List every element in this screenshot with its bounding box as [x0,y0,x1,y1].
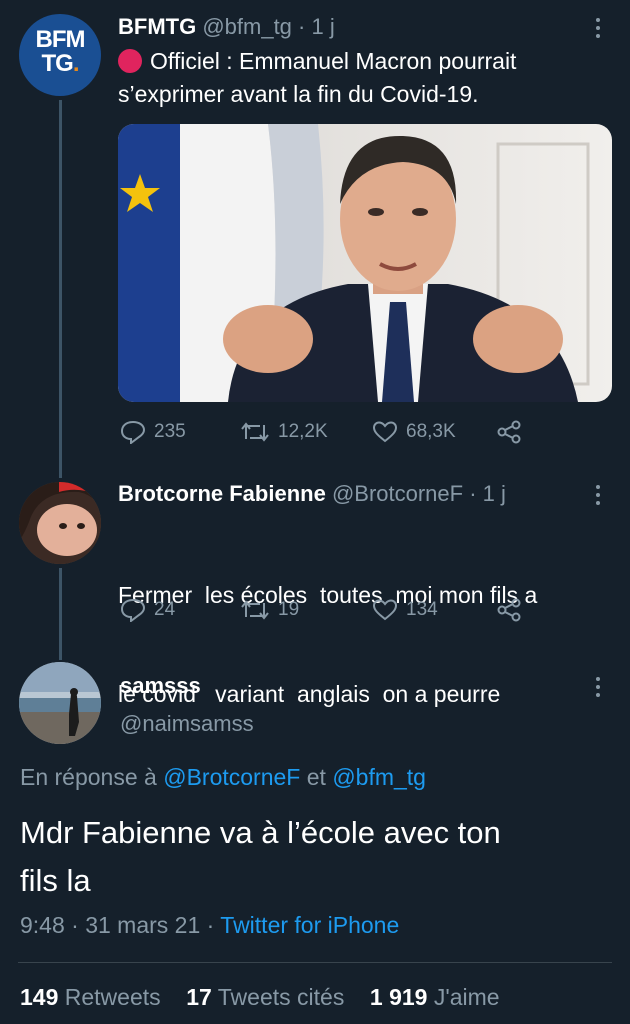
more-options-icon[interactable] [594,677,602,697]
avatar-samsss[interactable] [19,662,101,744]
author-name[interactable]: BFMTG [118,14,196,39]
more-options-icon[interactable] [594,485,602,505]
retweet-icon [241,422,269,442]
thread-line-2 [59,568,62,660]
thread-line-1 [59,100,62,478]
like-action[interactable]: 68,3K [372,421,496,443]
author-handle[interactable]: @BrotcorneF [332,481,463,506]
divider [18,962,612,963]
main-author-name[interactable]: samsss [120,673,201,699]
live-dot-icon [118,49,142,73]
avatar-photo [19,662,101,744]
retweet-icon [241,600,269,620]
reply-icon [120,420,146,444]
reply-action[interactable]: 24 [120,598,240,622]
heart-icon [372,599,398,621]
heart-icon [372,421,398,443]
tweet-timestamp: 9:48 · 31 mars 21 · Twitter for iPhone [20,912,400,938]
tweet-time: · 1 j [469,481,506,506]
avatar-photo [19,482,101,564]
author-handle[interactable]: @bfm_tg [202,14,292,39]
main-author-handle[interactable]: @naimsamss [120,711,254,737]
tweet-source-link[interactable]: Twitter for iPhone [220,912,399,938]
engagement-stats: 149 Retweets 17 Tweets cités 1 919 J'aim… [20,984,500,1011]
likes-stat[interactable]: 1 919 J'aime [370,984,500,1010]
tweet2-actions: 24 19 134 [120,598,522,622]
tweet1-text: Officiel : Emmanuel Macron pourrait s’ex… [118,48,517,107]
tweet-photo[interactable] [118,124,612,402]
share-action[interactable] [496,420,522,444]
main-tweet-text: Mdr Fabienne va à l’école avec ton fils … [20,815,501,898]
share-icon [497,420,521,444]
reply-icon [120,598,146,622]
quotes-stat[interactable]: 17 Tweets cités [186,984,344,1010]
share-icon [497,598,521,622]
avatar-bfmtg[interactable]: BFM TG. [19,14,101,96]
reply-context: En réponse à @BrotcorneF et @bfm_tg [20,764,426,790]
photo-macron-speaking [118,124,612,402]
retweet-action[interactable]: 19 [240,599,372,621]
reply-action[interactable]: 235 [120,420,240,444]
more-options-icon[interactable] [594,18,602,38]
retweet-action[interactable]: 12,2K [240,421,372,443]
avatar-logo-text: BFM TG. [35,26,86,77]
tweet-time: · 1 j [298,14,335,39]
avatar-brotcorne[interactable] [19,482,101,564]
mention-bfm-tg[interactable]: @bfm_tg [332,764,426,790]
author-name[interactable]: Brotcorne Fabienne [118,481,326,506]
tweet2-header: Brotcorne Fabienne @BrotcorneF · 1 j [118,481,506,507]
tweet2-text: Fermer les écoles toutes moi mon fils a … [118,582,538,707]
retweets-stat[interactable]: 149 Retweets [20,984,161,1010]
tweet1-actions: 235 12,2K 68,3K [120,420,522,444]
like-action[interactable]: 134 [372,599,496,621]
mention-brotcornef[interactable]: @BrotcorneF [163,764,300,790]
tweet1-header: BFMTG @bfm_tg · 1 j [118,14,335,40]
share-action[interactable] [496,598,522,622]
